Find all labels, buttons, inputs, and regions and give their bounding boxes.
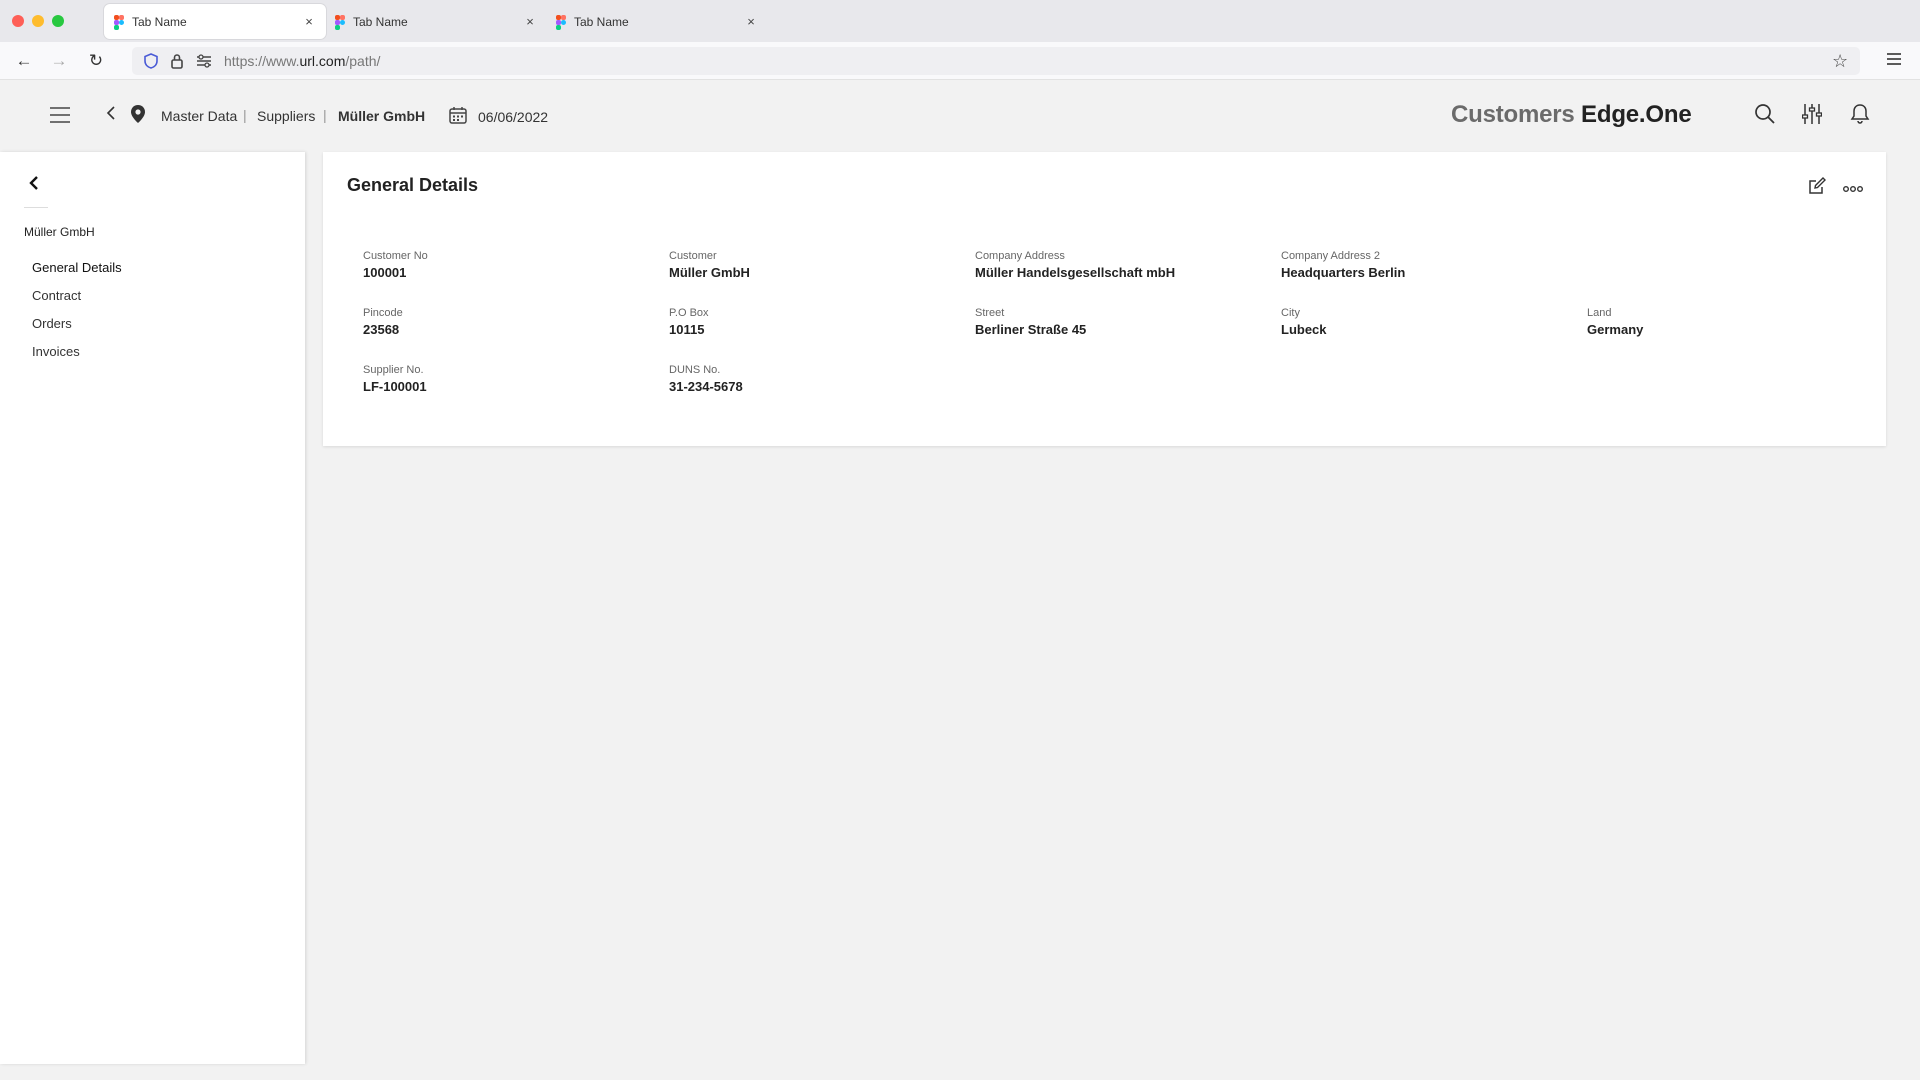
more-options-icon[interactable] <box>1843 180 1863 198</box>
sidebar-item-orders[interactable]: Orders <box>32 316 72 331</box>
card-title: General Details <box>347 175 479 195</box>
close-tab-icon[interactable]: × <box>523 14 537 29</box>
browser-tab-1[interactable]: Tab Name × <box>104 4 326 39</box>
field-company-address: Company Address Müller Handelsgesellscha… <box>975 250 1175 280</box>
field-value: Germany <box>1587 322 1644 337</box>
field-label: Company Address <box>975 250 1065 262</box>
field-value: 10115 <box>669 322 705 337</box>
field-label: Supplier No. <box>363 364 424 376</box>
site-settings-icon[interactable] <box>196 54 212 68</box>
brand-secondary: Edge.One <box>1581 101 1692 128</box>
field-value: 31-234-5678 <box>669 379 743 394</box>
field-pincode: Pincode 23568 <box>363 307 403 337</box>
sidebar-divider <box>24 207 48 208</box>
field-value: Headquarters Berlin <box>1281 265 1406 280</box>
tab-title: Tab Name <box>574 14 629 29</box>
sidebar-item-general-details[interactable]: General Details <box>32 260 122 275</box>
field-street: Street Berliner Straße 45 <box>975 307 1086 337</box>
field-value: 23568 <box>363 322 400 337</box>
edit-icon[interactable] <box>1807 176 1827 201</box>
field-label: Customer <box>669 250 717 262</box>
tab-title: Tab Name <box>353 14 408 29</box>
forward-arrow-icon[interactable]: → <box>49 51 69 71</box>
breadcrumb-separator: | <box>323 107 327 123</box>
figma-icon <box>114 14 124 30</box>
sidebar-company-name: Müller GmbH <box>24 225 95 239</box>
field-customer: Customer Müller GmbH <box>669 250 750 280</box>
field-label: P.O Box <box>669 307 709 319</box>
url-prefix: https://www. <box>224 53 300 69</box>
notification-bell-icon[interactable] <box>1850 103 1870 130</box>
field-value: 100001 <box>363 265 407 280</box>
current-date[interactable]: 06/06/2022 <box>478 109 548 125</box>
close-tab-icon[interactable]: × <box>302 14 316 29</box>
url-text: https://www.url.com/path/ <box>224 53 380 69</box>
shield-icon <box>144 53 158 69</box>
bookmark-star-icon[interactable]: ☆ <box>1832 51 1848 72</box>
url-path: /path/ <box>345 53 381 69</box>
breadcrumb-separator: | <box>243 107 247 123</box>
field-label: Customer No <box>363 250 428 262</box>
field-value: Müller Handelsgesellschaft mbH <box>975 265 1176 280</box>
back-arrow-icon[interactable]: ← <box>14 51 34 71</box>
field-label: Company Address 2 <box>1281 250 1381 262</box>
brand-logo: Customers Edge.One <box>1451 101 1692 129</box>
browser-tab-2[interactable]: Tab Name × <box>325 4 547 39</box>
field-label: Pincode <box>363 307 403 319</box>
field-po-box: P.O Box 10115 <box>669 307 709 337</box>
field-supplier-no: Supplier No. LF-100001 <box>363 364 427 394</box>
location-pin-icon <box>130 104 146 129</box>
tab-title: Tab Name <box>132 14 187 29</box>
field-label: DUNS No. <box>669 364 721 376</box>
brand-primary: Customers <box>1451 101 1575 128</box>
calendar-icon[interactable] <box>449 106 467 129</box>
field-value: Berliner Straße 45 <box>975 322 1087 337</box>
general-details-card: General Details Customer No 100001 Custo… <box>323 152 1886 446</box>
browser-tab-bar: Tab Name × Tab Name × Tab Name × <box>0 0 1920 42</box>
field-label: Street <box>975 307 1005 319</box>
sidebar-item-contract[interactable]: Contract <box>32 288 81 303</box>
search-icon[interactable] <box>1754 103 1776 130</box>
filter-sliders-icon[interactable] <box>1801 103 1823 130</box>
sidebar: Müller GmbH General Details Contract Ord… <box>0 152 305 1064</box>
breadcrumb-suppliers[interactable]: Suppliers <box>257 108 315 124</box>
field-value: LF-100001 <box>363 379 427 394</box>
field-customer-no: Customer No 100001 <box>363 250 428 280</box>
minimize-window-button[interactable] <box>32 15 44 27</box>
collapse-sidebar-icon[interactable] <box>28 174 40 197</box>
maximize-window-button[interactable] <box>52 15 64 27</box>
field-label: Land <box>1587 307 1612 319</box>
field-city: City Lubeck <box>1281 307 1327 337</box>
reload-icon[interactable]: ↻ <box>86 51 106 71</box>
browser-toolbar: ← → ↻ https://www.url.com/path/ ☆ <box>0 42 1920 80</box>
field-value: Lubeck <box>1281 322 1327 337</box>
browser-menu-icon[interactable] <box>1886 52 1902 71</box>
close-window-button[interactable] <box>12 15 24 27</box>
figma-icon <box>556 14 566 30</box>
field-value: Müller GmbH <box>669 265 750 280</box>
field-label: City <box>1281 307 1300 319</box>
app-header: Master Data | Suppliers | Müller GmbH 06… <box>0 80 1920 152</box>
back-chevron-icon[interactable] <box>106 105 116 126</box>
field-land: Land Germany <box>1587 307 1643 337</box>
address-bar[interactable]: https://www.url.com/path/ <box>132 47 1860 75</box>
lock-icon <box>170 53 184 69</box>
url-host: url.com <box>299 53 346 69</box>
figma-icon <box>335 14 345 30</box>
close-tab-icon[interactable]: × <box>744 14 758 29</box>
field-company-address-2: Company Address 2 Headquarters Berlin <box>1281 250 1405 280</box>
breadcrumb-master-data[interactable]: Master Data <box>161 108 237 124</box>
sidebar-item-invoices[interactable]: Invoices <box>32 344 80 359</box>
breadcrumb-current: Müller GmbH <box>338 108 426 124</box>
browser-tab-3[interactable]: Tab Name × <box>546 4 768 39</box>
field-duns-no: DUNS No. 31-234-5678 <box>669 364 743 394</box>
hamburger-menu-icon[interactable] <box>50 107 70 128</box>
